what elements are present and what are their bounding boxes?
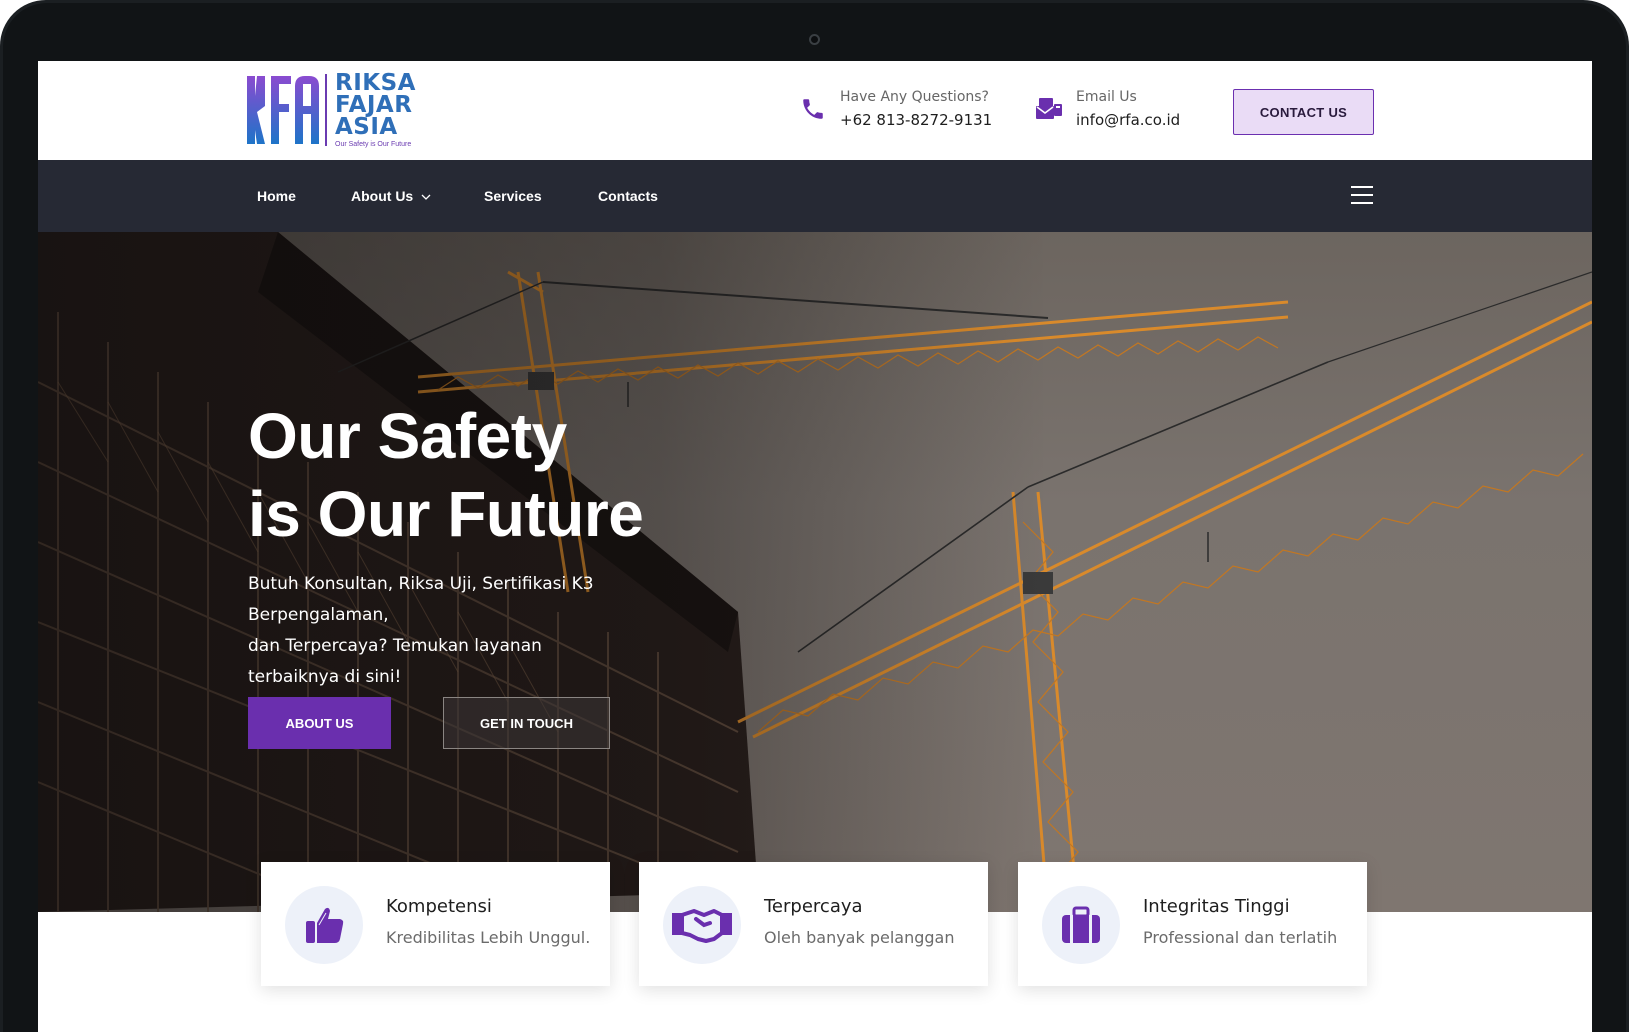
nav-about-label: About Us xyxy=(351,188,414,204)
rfa-logo-mark xyxy=(247,74,327,146)
hero-section: Our Safety is Our Future Butuh Konsultan… xyxy=(38,232,1592,912)
hero-subtitle-line-1: Butuh Konsultan, Riksa Uji, Sertifikasi … xyxy=(248,574,594,625)
feature-text: Kredibilitas Lebih Unggul. xyxy=(386,928,591,947)
briefcase-icon xyxy=(1042,886,1120,964)
feature-title: Terpercaya xyxy=(764,896,863,917)
email-icon xyxy=(1034,94,1064,124)
feature-title: Kompetensi xyxy=(386,896,492,917)
phone-label: Have Any Questions? xyxy=(840,89,989,105)
get-in-touch-button[interactable]: GET IN TOUCH xyxy=(443,697,610,749)
feature-card-terpercaya: Terpercaya Oleh banyak pelanggan xyxy=(639,862,988,986)
nav-about-us[interactable]: About Us xyxy=(351,188,431,204)
phone-icon xyxy=(798,94,828,124)
phone-contact: Have Any Questions? +62 813-8272-9131 xyxy=(798,89,992,129)
email-contact: Email Us info@rfa.co.id xyxy=(1034,89,1180,129)
main-nav: Home About Us Services Contacts xyxy=(38,160,1592,232)
email-label: Email Us xyxy=(1076,89,1137,105)
feature-card-integritas: Integritas Tinggi Professional dan terla… xyxy=(1018,862,1367,986)
hero-title-line-2: is Our Future xyxy=(248,478,644,550)
site-header: RIKSA FAJAR ASIA Our Safety is Our Futur… xyxy=(38,61,1592,160)
logo-word-2: FAJAR xyxy=(335,92,413,118)
nav-contacts[interactable]: Contacts xyxy=(598,188,658,204)
thumbs-up-icon xyxy=(285,886,363,964)
hero-title-line-1: Our Safety xyxy=(248,400,567,472)
nav-services[interactable]: Services xyxy=(484,188,542,204)
site-logo[interactable]: RIKSA FAJAR ASIA Our Safety is Our Futur… xyxy=(245,72,425,150)
logo-word-1: RIKSA xyxy=(335,70,416,96)
webcam xyxy=(809,34,820,45)
hero-subtitle-line-2: dan Terpercaya? Temukan layanan xyxy=(248,636,542,656)
logo-wordmark: RIKSA FAJAR ASIA Our Safety is Our Futur… xyxy=(335,70,416,149)
hero-title: Our Safety is Our Future xyxy=(248,397,644,553)
website-screen: RIKSA FAJAR ASIA Our Safety is Our Futur… xyxy=(38,61,1592,1032)
menu-icon[interactable] xyxy=(1351,186,1373,204)
chevron-down-icon xyxy=(421,194,431,200)
phone-number[interactable]: +62 813-8272-9131 xyxy=(840,111,992,129)
hero-subtitle-line-3: terbaiknya di sini! xyxy=(248,667,402,687)
nav-home[interactable]: Home xyxy=(257,188,296,204)
feature-title: Integritas Tinggi xyxy=(1143,896,1290,917)
hero-subtitle: Butuh Konsultan, Riksa Uji, Sertifikasi … xyxy=(248,569,718,693)
about-us-button[interactable]: ABOUT US xyxy=(248,697,391,749)
logo-word-3: ASIA xyxy=(335,114,398,140)
feature-card-kompetensi: Kompetensi Kredibilitas Lebih Unggul. xyxy=(261,862,610,986)
logo-tagline: Our Safety is Our Future xyxy=(335,141,412,148)
laptop-frame: RIKSA FAJAR ASIA Our Safety is Our Futur… xyxy=(0,0,1629,1032)
contact-us-button[interactable]: CONTACT US xyxy=(1233,89,1374,135)
handshake-icon xyxy=(663,886,741,964)
feature-text: Oleh banyak pelanggan xyxy=(764,928,955,947)
feature-text: Professional dan terlatih xyxy=(1143,928,1338,947)
email-address[interactable]: info@rfa.co.id xyxy=(1076,111,1180,129)
